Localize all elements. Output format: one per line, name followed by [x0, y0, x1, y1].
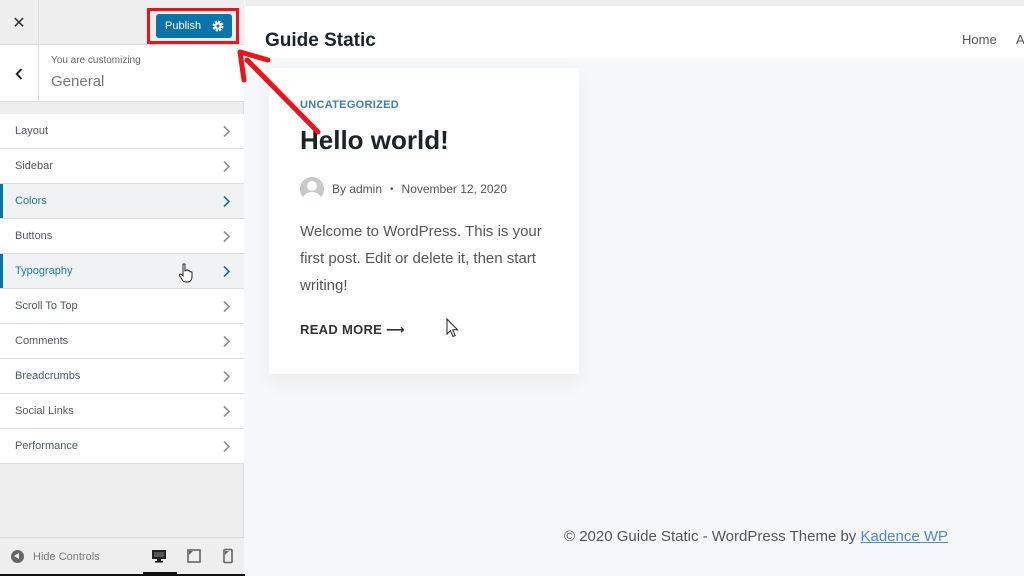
chevron-right-icon — [223, 195, 231, 208]
chevron-left-icon — [15, 67, 23, 80]
footer-copyright: © 2020 Guide Static - WordPress Theme by — [564, 528, 861, 545]
customizer-info: You are customizing General — [0, 45, 244, 102]
menu-item-sidebar[interactable]: Sidebar — [0, 149, 244, 184]
post-meta: By admin • November 12, 2020 — [300, 177, 507, 201]
chevron-right-icon — [223, 265, 231, 278]
avatar — [300, 177, 324, 201]
chevron-right-icon — [223, 160, 231, 173]
tablet-icon[interactable] — [186, 548, 202, 564]
site-preview: Guide Static Home A UNCATEGORIZED Hello … — [245, 0, 1024, 576]
collapse-icon — [11, 550, 24, 563]
section-title: General — [51, 73, 105, 90]
menu-item-colors[interactable]: Colors — [0, 184, 244, 219]
menu-item-social-links[interactable]: Social Links — [0, 394, 244, 429]
post-date[interactable]: November 12, 2020 — [402, 182, 507, 196]
publish-label: Publish — [165, 20, 202, 32]
post-author[interactable]: By admin — [332, 182, 382, 196]
menu-item-buttons[interactable]: Buttons — [0, 219, 244, 254]
site-footer: © 2020 Guide Static - WordPress Theme by… — [564, 528, 948, 545]
mobile-icon[interactable] — [220, 548, 236, 564]
menu-item-label: Sidebar — [15, 160, 53, 172]
footer-link-kadence[interactable]: Kadence WP — [860, 528, 948, 545]
chevron-right-icon — [223, 300, 231, 313]
chevron-right-icon — [223, 230, 231, 243]
menu-item-label: Colors — [15, 195, 47, 207]
close-button[interactable]: ✕ — [0, 0, 39, 45]
read-more-link[interactable]: READ MORE ⟶ — [300, 322, 405, 338]
menu-item-label: Breadcrumbs — [15, 370, 81, 382]
menu-item-comments[interactable]: Comments — [0, 324, 244, 359]
back-button[interactable] — [0, 45, 39, 102]
chevron-right-icon — [223, 405, 231, 418]
menu-item-label: Layout — [15, 125, 49, 137]
gear-icon[interactable] — [211, 19, 225, 33]
customizer-sidebar: ✕ Publish You are customizing General La… — [0, 0, 244, 576]
close-icon: ✕ — [12, 14, 26, 32]
customizer-menu: Layout Sidebar Colors Buttons Typography Scro… — [0, 114, 244, 464]
menu-item-breadcrumbs[interactable]: Breadcrumbs — [0, 359, 244, 394]
menu-item-label: Scroll To Top — [15, 300, 78, 312]
site-header: Guide Static Home A — [245, 6, 1024, 58]
arrow-cursor-icon — [446, 318, 459, 338]
meta-separator: • — [390, 183, 394, 195]
nav-link-home[interactable]: Home — [962, 32, 997, 47]
post-excerpt: Welcome to WordPress. This is your first… — [300, 223, 542, 294]
publish-button[interactable]: Publish — [156, 14, 232, 38]
desktop-icon[interactable] — [151, 548, 167, 564]
chevron-right-icon — [223, 125, 231, 138]
hide-controls-button[interactable]: Hide Controls — [11, 550, 100, 563]
customizer-topbar: ✕ Publish — [0, 0, 244, 45]
menu-item-layout[interactable]: Layout — [0, 114, 244, 149]
customizer-window: ✕ Publish You are customizing General La… — [0, 0, 1024, 576]
menu-item-label: Buttons — [15, 230, 53, 242]
menu-item-typography[interactable]: Typography — [0, 254, 244, 289]
post-card: UNCATEGORIZED Hello world! By admin • No… — [269, 68, 579, 374]
nav-link-truncated[interactable]: A — [1016, 32, 1024, 47]
chevron-right-icon — [223, 440, 231, 453]
menu-item-label: Social Links — [15, 405, 74, 417]
hand-cursor-icon — [178, 263, 193, 283]
chevron-right-icon — [223, 370, 231, 383]
hide-controls-label: Hide Controls — [33, 550, 100, 563]
menu-item-label: Typography — [15, 265, 73, 277]
menu-item-label: Comments — [15, 335, 69, 347]
site-title[interactable]: Guide Static — [265, 30, 376, 52]
menu-item-scroll-to-top[interactable]: Scroll To Top — [0, 289, 244, 324]
chevron-right-icon — [223, 335, 231, 348]
menu-item-performance[interactable]: Performance — [0, 429, 244, 464]
post-category[interactable]: UNCATEGORIZED — [300, 99, 399, 111]
customizing-label: You are customizing — [51, 55, 141, 66]
post-title[interactable]: Hello world! — [300, 125, 449, 156]
customizer-footer: Hide Controls — [0, 537, 244, 576]
menu-item-label: Performance — [15, 440, 78, 452]
